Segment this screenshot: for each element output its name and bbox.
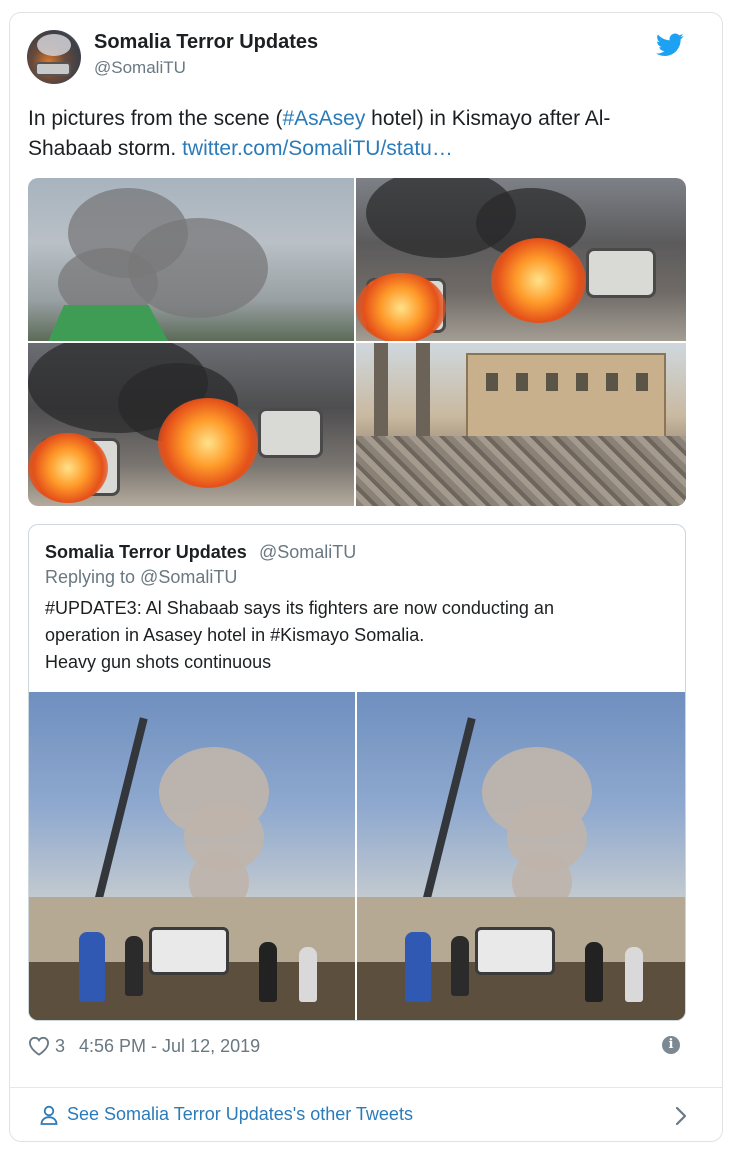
quoted-media[interactable] [29, 692, 685, 1020]
quoted-text-line: Heavy gun shots continuous [45, 652, 272, 672]
like-count[interactable]: 3 [55, 1036, 65, 1057]
tweet-meta: 3 4:56 PM - Jul 12, 2019 [28, 1034, 260, 1058]
heart-icon[interactable] [28, 1036, 50, 1056]
timestamp[interactable]: 4:56 PM - Jul 12, 2019 [79, 1036, 260, 1057]
twitter-bird-icon[interactable] [656, 33, 684, 57]
hashtag-link[interactable]: #AsAsey [282, 107, 365, 130]
tweet-text-before: In pictures from the scene ( [28, 107, 283, 130]
quoted-tweet[interactable]: Somalia Terror Updates @SomaliTU Replyin… [28, 524, 686, 1021]
quoted-text-line: #UPDATE3: Al Shabaab says its fighters a… [45, 598, 554, 618]
photo-burning-cars-closeup[interactable] [28, 343, 354, 506]
quoted-author-handle[interactable]: @SomaliTU [259, 542, 356, 563]
status-link[interactable]: twitter.com/SomaliTU/statu… [182, 137, 453, 160]
info-icon[interactable]: i [662, 1036, 680, 1054]
author-handle[interactable]: @SomaliTU [94, 58, 186, 78]
photo-explosion-left[interactable] [29, 692, 355, 1020]
chevron-right-icon[interactable] [674, 1105, 688, 1127]
see-other-tweets-label[interactable]: See Somalia Terror Updates's other Tweet… [67, 1104, 413, 1125]
see-other-tweets-link[interactable]: See Somalia Terror Updates's other Tweet… [40, 1104, 413, 1125]
avatar[interactable] [27, 30, 81, 84]
photo-burning-cars[interactable] [356, 178, 686, 341]
media-grid[interactable] [28, 178, 686, 506]
photo-explosion-right[interactable] [357, 692, 685, 1020]
replying-to: Replying to @SomaliTU [45, 567, 238, 587]
quoted-tweet-text: #UPDATE3: Al Shabaab says its fighters a… [45, 595, 665, 676]
quoted-text-line: operation in Asasey hotel in #Kismayo So… [45, 625, 425, 645]
photo-damaged-hotel-street[interactable] [356, 343, 686, 506]
footer-divider [9, 1087, 723, 1088]
person-icon [40, 1105, 58, 1125]
tweet-text: In pictures from the scene (#AsAsey hote… [28, 104, 688, 164]
quoted-author-name[interactable]: Somalia Terror Updates [45, 542, 247, 563]
photo-smoke-over-building[interactable] [28, 178, 354, 341]
author-name[interactable]: Somalia Terror Updates [94, 31, 318, 54]
